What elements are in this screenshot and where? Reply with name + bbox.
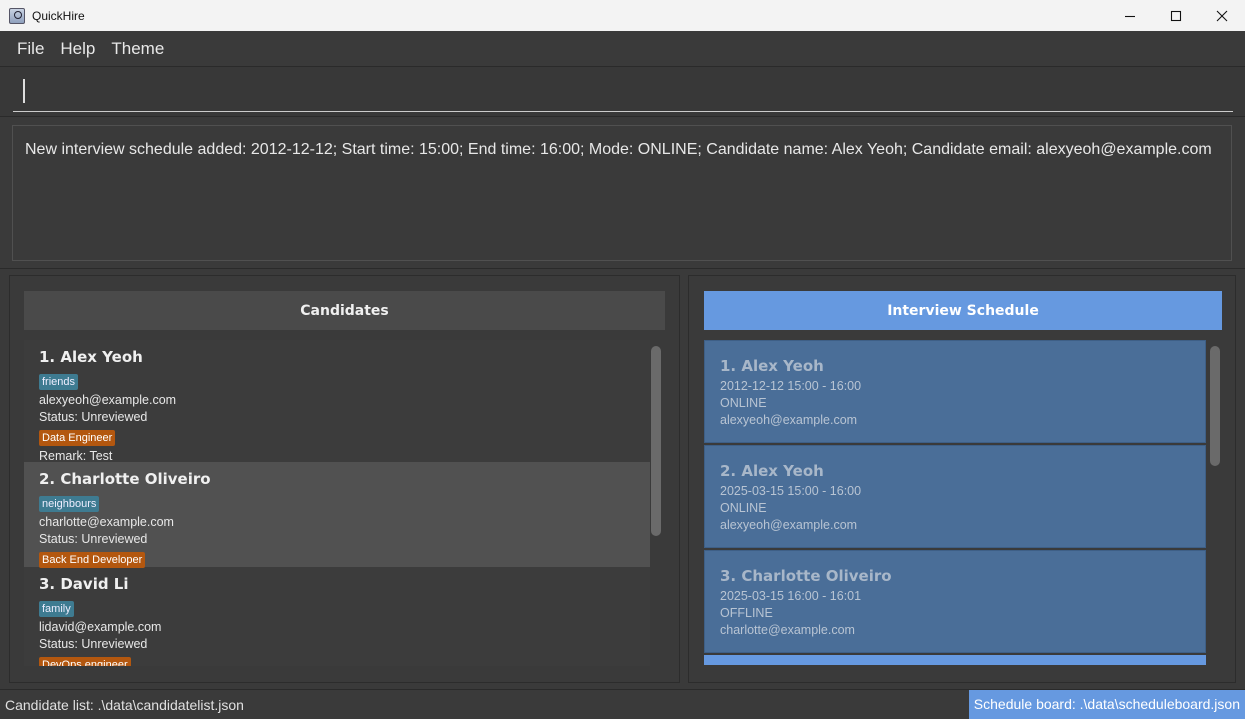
schedule-mode: ONLINE (720, 501, 767, 515)
close-button[interactable] (1199, 0, 1245, 31)
candidate-list-scrollbar[interactable] (651, 346, 661, 536)
title-bar: QuickHire (0, 0, 1245, 31)
menu-theme[interactable]: Theme (111, 39, 164, 59)
candidate-list-path: Candidate list: .\data\candidatelist.jso… (5, 697, 244, 713)
schedule-list-scrollbar[interactable] (1210, 346, 1220, 466)
candidate-email: lidavid@example.com (39, 620, 162, 634)
schedule-time: 2025-03-15 15:00 - 16:00 (720, 484, 862, 498)
candidate-status: Status: Unreviewed (39, 637, 148, 651)
candidate-role: DevOps engineer (39, 657, 131, 666)
window-title: QuickHire (32, 8, 85, 23)
maximize-icon (1170, 10, 1182, 21)
schedule-time: 2025-03-15 16:00 - 16:01 (720, 589, 862, 603)
candidate-card-selected[interactable]: 2. Charlotte Oliveiro neighbours charlot… (24, 462, 650, 568)
candidate-email: alexyeoh@example.com (39, 393, 177, 407)
result-display[interactable]: New interview schedule added: 2012-12-12… (12, 125, 1232, 261)
candidate-role: Back End Developer (39, 552, 146, 568)
schedule-mode: OFFLINE (720, 606, 773, 620)
candidate-card[interactable]: 1. Alex Yeoh friends alexyeoh@example.co… (24, 340, 650, 463)
schedule-list[interactable]: 1. Alex Yeoh 2012-12-12 15:00 - 16:00 ON… (704, 340, 1206, 666)
window-controls (1107, 0, 1245, 31)
menu-help[interactable]: Help (60, 39, 95, 59)
candidate-tag: friends (39, 374, 79, 390)
schedule-mode: ONLINE (720, 396, 767, 410)
schedule-email: charlotte@example.com (720, 623, 855, 637)
schedule-candidate-name: 2. Alex Yeoh (720, 462, 824, 480)
result-display-area: New interview schedule added: 2012-12-12… (0, 117, 1245, 269)
command-area (0, 67, 1245, 117)
candidate-status: Status: Unreviewed (39, 410, 148, 424)
text-caret (23, 79, 25, 103)
candidate-card[interactable]: 3. David Li family lidavid@example.com S… (24, 567, 650, 666)
candidates-panel: Candidates 1. Alex Yeoh friends alexyeoh… (9, 275, 680, 683)
maximize-button[interactable] (1153, 0, 1199, 31)
schedule-email: alexyeoh@example.com (720, 413, 858, 427)
candidate-role: Data Engineer (39, 430, 116, 446)
candidate-email: charlotte@example.com (39, 515, 174, 529)
schedule-card[interactable]: 1. Alex Yeoh 2012-12-12 15:00 - 16:00 ON… (704, 340, 1206, 443)
candidate-status: Status: Unreviewed (39, 532, 148, 546)
candidate-name: 3. David Li (39, 575, 129, 593)
schedule-email: alexyeoh@example.com (720, 518, 858, 532)
menu-file[interactable]: File (17, 39, 44, 59)
schedule-card[interactable]: 2. Alex Yeoh 2025-03-15 15:00 - 16:00 ON… (704, 445, 1206, 548)
quickhire-app-icon (9, 7, 25, 24)
menu-bar: File Help Theme (0, 31, 1245, 67)
minimize-icon (1125, 15, 1135, 17)
schedule-card-partial[interactable] (704, 655, 1206, 665)
candidate-list[interactable]: 1. Alex Yeoh friends alexyeoh@example.co… (24, 340, 650, 666)
close-icon (1216, 10, 1228, 21)
schedule-board-path: Schedule board: .\data\scheduleboard.jso… (968, 690, 1245, 719)
command-input[interactable] (13, 76, 1233, 112)
candidate-name: 2. Charlotte Oliveiro (39, 470, 211, 488)
candidates-header: Candidates (24, 291, 665, 330)
minimize-button[interactable] (1107, 0, 1153, 31)
schedule-panel: Interview Schedule 1. Alex Yeoh 2012-12-… (688, 275, 1236, 683)
status-bar: Candidate list: .\data\candidatelist.jso… (0, 689, 1245, 719)
candidate-tag: neighbours (39, 496, 100, 512)
candidate-tag: family (39, 601, 74, 617)
candidate-name: 1. Alex Yeoh (39, 348, 143, 366)
schedule-candidate-name: 3. Charlotte Oliveiro (720, 567, 892, 585)
schedule-time: 2012-12-12 15:00 - 16:00 (720, 379, 862, 393)
schedule-card[interactable]: 3. Charlotte Oliveiro 2025-03-15 16:00 -… (704, 550, 1206, 653)
schedule-candidate-name: 1. Alex Yeoh (720, 357, 824, 375)
schedule-header: Interview Schedule (704, 291, 1222, 330)
